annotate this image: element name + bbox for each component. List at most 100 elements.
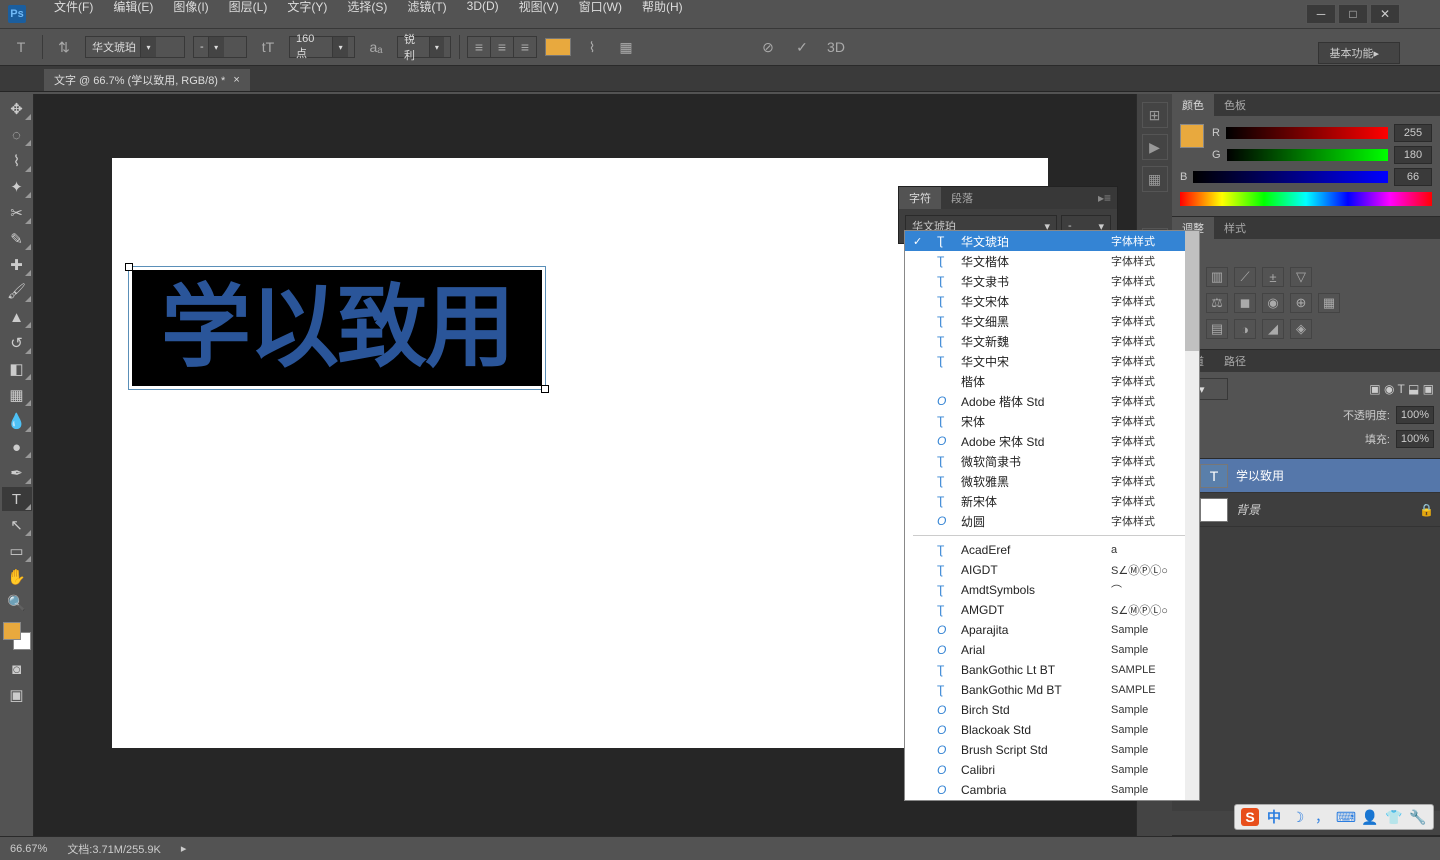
adj-bw[interactable]: ◼ (1234, 293, 1256, 313)
hand-tool[interactable]: ✋ (2, 565, 32, 589)
menu-item[interactable]: 编辑(E) (105, 0, 161, 17)
shape-tool[interactable]: ▭ (2, 539, 32, 563)
align-left-button[interactable]: ≡ (467, 36, 491, 58)
font-item[interactable]: OAdobe 宋体 Std字体样式 (905, 431, 1199, 451)
g-slider[interactable] (1227, 149, 1388, 161)
font-item[interactable]: OArialSample (905, 640, 1199, 660)
paragraph-tab[interactable]: 段落 (941, 187, 983, 209)
heal-tool[interactable]: ✚ (2, 253, 32, 277)
font-item[interactable]: ƮBankGothic Lt BTSAMPLE (905, 660, 1199, 680)
font-item[interactable]: OBrush Script StdSample (905, 740, 1199, 760)
font-size-dropdown[interactable]: 160 点▾ (289, 36, 355, 58)
adj-bal[interactable]: ⚖ (1206, 293, 1228, 313)
adj-photo[interactable]: ◉ (1262, 293, 1284, 313)
close-button[interactable]: ✕ (1370, 4, 1400, 24)
cancel-icon[interactable]: ⊘ (755, 34, 781, 60)
warp-text-button[interactable]: ⌇ (579, 34, 605, 60)
font-item[interactable]: Ʈ华文楷体字体样式 (905, 251, 1199, 271)
ime-punct-icon[interactable]: ， (1313, 808, 1331, 826)
font-item[interactable]: ƮAIGDTS∠ⓂⓅⓁ○ (905, 560, 1199, 580)
orientation-icon[interactable]: ⇅ (51, 34, 77, 60)
adj-post[interactable]: ▤ (1206, 319, 1228, 339)
menu-item[interactable]: 帮助(H) (634, 0, 691, 17)
menu-item[interactable]: 3D(D) (459, 0, 507, 15)
3d-button[interactable]: 3D (823, 34, 849, 60)
swatches-tab[interactable]: 色板 (1214, 94, 1256, 116)
commit-icon[interactable]: ✓ (789, 34, 815, 60)
adj-curves[interactable]: ⟋ (1234, 267, 1256, 287)
b-value[interactable]: 66 (1394, 168, 1432, 186)
menu-item[interactable]: 文件(F) (46, 0, 101, 17)
screenmode-button[interactable]: ▣ (2, 683, 32, 707)
layer-thumb[interactable]: T (1200, 464, 1228, 488)
antialias-dropdown[interactable]: 锐利▾ (397, 36, 451, 58)
adj-exposure[interactable]: ± (1262, 267, 1284, 287)
font-item[interactable]: Ʈ华文中宋字体样式 (905, 351, 1199, 371)
adj-thresh[interactable]: ◑ (1234, 319, 1256, 339)
ime-keyboard-icon[interactable]: ⌨ (1337, 808, 1355, 826)
eraser-tool[interactable]: ◧ (2, 357, 32, 381)
move-tool[interactable]: ✥ (2, 97, 32, 121)
lasso-tool[interactable]: ⌇ (2, 149, 32, 173)
ime-taskbar[interactable]: S 中 ☽ ， ⌨ 👤 👕 🔧 (1234, 804, 1434, 830)
font-item[interactable]: OBlackoak StdSample (905, 720, 1199, 740)
adj-levels[interactable]: ▥ (1206, 267, 1228, 287)
font-item[interactable]: OCambriaSample (905, 780, 1199, 800)
ime-skin-icon[interactable]: 👕 (1385, 808, 1403, 826)
history-brush-tool[interactable]: ↺ (2, 331, 32, 355)
font-item[interactable]: OBirch StdSample (905, 700, 1199, 720)
font-item[interactable]: Ʈ华文宋体字体样式 (905, 291, 1199, 311)
font-item[interactable]: OAdobe 楷体 Std字体样式 (905, 391, 1199, 411)
type-tool[interactable]: T (2, 487, 32, 511)
ime-lang[interactable]: 中 (1265, 808, 1283, 826)
sogou-icon[interactable]: S (1241, 808, 1259, 826)
font-item[interactable]: Ʈ华文隶书字体样式 (905, 271, 1199, 291)
menu-item[interactable]: 图像(I) (165, 0, 216, 17)
fill-value[interactable]: 100% (1396, 430, 1434, 448)
doc-info[interactable]: 文档:3.71M/255.9K (67, 841, 161, 857)
maximize-button[interactable]: □ (1338, 4, 1368, 24)
font-item[interactable]: Ʈ新宋体字体样式 (905, 491, 1199, 511)
menu-item[interactable]: 文字(Y) (279, 0, 335, 17)
color-tab[interactable]: 颜色 (1172, 94, 1214, 116)
r-slider[interactable] (1226, 127, 1388, 139)
ime-tool-icon[interactable]: 🔧 (1409, 808, 1427, 826)
color-ramp[interactable] (1180, 192, 1432, 206)
adj-grad[interactable]: ◢ (1262, 319, 1284, 339)
font-item[interactable]: Ʈ华文新魏字体样式 (905, 331, 1199, 351)
character-tab[interactable]: 字符 (899, 187, 941, 209)
styles-tab[interactable]: 样式 (1214, 217, 1256, 239)
font-item[interactable]: ƮAcadErefa (905, 540, 1199, 560)
zoom-tool[interactable]: 🔍 (2, 591, 32, 615)
canvas-text[interactable]: 学以致用 (161, 283, 513, 373)
wand-tool[interactable]: ✦ (2, 175, 32, 199)
zoom-level[interactable]: 66.67% (10, 843, 47, 855)
menu-item[interactable]: 视图(V) (511, 0, 567, 17)
font-item[interactable]: ƮAMGDTS∠ⓂⓅⓁ○ (905, 600, 1199, 620)
stamp-tool[interactable]: ▲ (2, 305, 32, 329)
r-value[interactable]: 255 (1394, 124, 1432, 142)
eyedropper-tool[interactable]: ✎ (2, 227, 32, 251)
quickmask-button[interactable]: ◙ (2, 657, 32, 681)
close-tab-icon[interactable]: × (233, 74, 239, 86)
font-item[interactable]: Ʈ微软简隶书字体样式 (905, 451, 1199, 471)
align-center-button[interactable]: ≡ (490, 36, 514, 58)
strip-icon-1[interactable]: ⊞ (1142, 102, 1168, 128)
layer-name[interactable]: 背景 (1236, 501, 1260, 518)
color-preview[interactable] (1180, 124, 1204, 148)
opacity-value[interactable]: 100% (1396, 406, 1434, 424)
dodge-tool[interactable]: ● (2, 435, 32, 459)
panel-menu-icon[interactable]: ▸≡ (1092, 191, 1117, 205)
font-style-dropdown[interactable]: -▾ (193, 36, 247, 58)
color-swatches[interactable] (3, 622, 31, 650)
path-tool[interactable]: ↖ (2, 513, 32, 537)
font-item[interactable]: OAparajitaSample (905, 620, 1199, 640)
gradient-tool[interactable]: ▦ (2, 383, 32, 407)
font-dropdown-list[interactable]: ✓Ʈ华文琥珀字体样式Ʈ华文楷体字体样式Ʈ华文隶书字体样式Ʈ华文宋体字体样式 Ʈ华文… (904, 230, 1200, 801)
text-color-swatch[interactable] (545, 38, 571, 56)
menu-item[interactable]: 滤镜(T) (399, 0, 454, 17)
crop-tool[interactable]: ✂ (2, 201, 32, 225)
font-item[interactable]: Ʈ宋体字体样式 (905, 411, 1199, 431)
font-item[interactable]: ✓Ʈ华文琥珀字体样式 (905, 231, 1199, 251)
text-layer-box[interactable]: 学以致用 (132, 270, 542, 386)
